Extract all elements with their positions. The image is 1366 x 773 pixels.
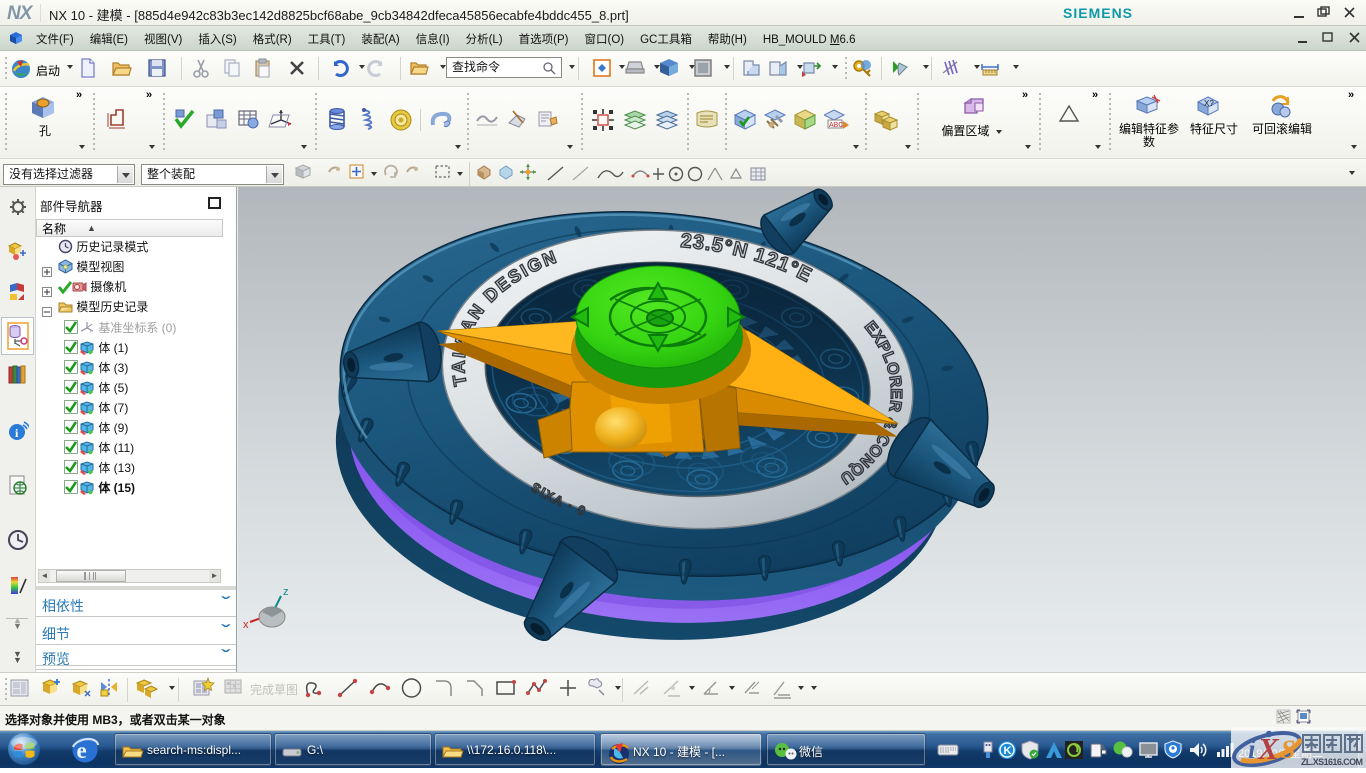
- svg-text:X?: X?: [1204, 99, 1214, 108]
- svg-text:NX: NX: [7, 3, 34, 23]
- svg-text:S: S: [1281, 735, 1295, 764]
- svg-text:z: z: [283, 586, 289, 598]
- svg-text:ABC: ABC: [829, 122, 843, 129]
- svg-text:K: K: [1004, 745, 1012, 757]
- svg-text:i: i: [1248, 734, 1256, 764]
- svg-text:x: x: [243, 619, 249, 631]
- svg-text:ZL.XS1616.COM: ZL.XS1616.COM: [1301, 757, 1363, 767]
- svg-text:X: X: [1257, 731, 1280, 766]
